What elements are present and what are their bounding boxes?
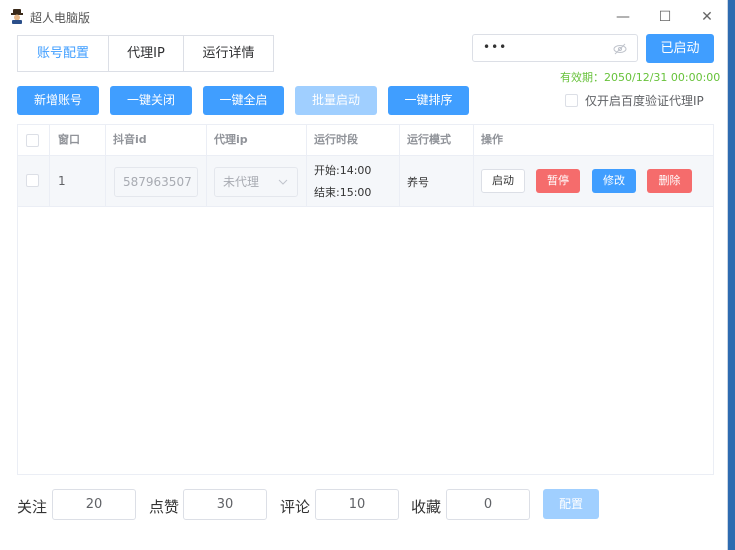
row-start-time: 开始:14:00 <box>314 164 372 177</box>
column-divider <box>473 125 474 206</box>
header-douyin-id: 抖音id <box>113 133 147 146</box>
column-divider <box>399 125 400 206</box>
minimize-button[interactable]: — <box>608 6 638 28</box>
title-bar: 超人电脑版 — ☐ ✕ <box>0 0 728 32</box>
password-value: ••• <box>483 40 508 54</box>
close-all-button[interactable]: 一键关闭 <box>110 86 192 115</box>
eye-off-icon[interactable] <box>613 43 627 55</box>
column-divider <box>105 125 106 206</box>
header-run-mode: 运行模式 <box>407 133 451 146</box>
validity-text: 有效期：2050/12/31 00:00:00 <box>560 71 721 84</box>
proxy-select-value: 未代理 <box>223 175 260 189</box>
accounts-table: 窗口 抖音id 代理ip 运行时段 运行模式 操作 1 587963507 未代… <box>17 124 714 475</box>
chevron-down-icon <box>278 179 288 185</box>
comment-label: 评论 <box>280 498 311 516</box>
row-start-button[interactable]: 启动 <box>481 169 525 193</box>
like-label: 点赞 <box>149 498 180 516</box>
column-divider <box>206 125 207 206</box>
add-account-button[interactable]: 新增账号 <box>17 86 99 115</box>
header-proxy-ip: 代理ip <box>214 133 248 146</box>
baidu-proxy-checkbox[interactable] <box>565 94 578 107</box>
column-divider <box>49 125 50 206</box>
start-all-button[interactable]: 一键全启 <box>203 86 284 115</box>
table-row: 1 587963507 未代理 开始:14:00 结束:15:00 养号 启动 … <box>18 156 713 206</box>
window-title: 超人电脑版 <box>30 11 91 25</box>
row-pause-button[interactable]: 暂停 <box>536 169 580 193</box>
row-window-number: 1 <box>58 174 66 188</box>
started-button[interactable]: 已启动 <box>646 34 714 63</box>
like-count-input[interactable]: 30 <box>183 489 267 520</box>
baidu-proxy-label: 仅开启百度验证代理IP <box>585 94 704 108</box>
close-button[interactable]: ✕ <box>692 6 722 28</box>
config-button[interactable]: 配置 <box>543 489 599 519</box>
douyin-id-input[interactable]: 587963507 <box>114 167 198 197</box>
select-all-checkbox[interactable] <box>26 134 39 147</box>
maximize-button[interactable]: ☐ <box>650 6 680 28</box>
row-run-mode: 养号 <box>407 176 429 189</box>
follow-count-input[interactable]: 20 <box>52 489 136 520</box>
favorite-label: 收藏 <box>411 498 442 516</box>
tab-run-details[interactable]: 运行详情 <box>184 36 273 71</box>
favorite-count-input[interactable]: 0 <box>446 489 530 520</box>
password-input[interactable]: ••• <box>472 34 638 62</box>
proxy-select[interactable]: 未代理 <box>214 167 298 197</box>
app-window: 超人电脑版 — ☐ ✕ 账号配置 代理IP 运行详情 ••• 已启动 有效期：2… <box>0 0 728 550</box>
app-icon <box>11 9 23 24</box>
row-checkbox[interactable] <box>26 174 39 187</box>
row-delete-button[interactable]: 删除 <box>647 169 692 193</box>
row-end-time: 结束:15:00 <box>314 186 372 199</box>
tab-bar: 账号配置 代理IP 运行详情 <box>17 35 274 72</box>
desktop-edge <box>728 0 735 550</box>
comment-count-input[interactable]: 10 <box>315 489 399 520</box>
tab-proxy-ip[interactable]: 代理IP <box>109 36 184 71</box>
tab-account-config[interactable]: 账号配置 <box>18 36 109 71</box>
column-divider <box>306 125 307 206</box>
header-actions: 操作 <box>481 133 503 146</box>
follow-label: 关注 <box>17 498 48 516</box>
header-window: 窗口 <box>58 133 80 146</box>
batch-start-button[interactable]: 批量启动 <box>295 86 377 115</box>
row-divider <box>18 206 713 207</box>
header-run-period: 运行时段 <box>314 133 358 146</box>
row-edit-button[interactable]: 修改 <box>592 169 636 193</box>
sort-all-button[interactable]: 一键排序 <box>388 86 469 115</box>
